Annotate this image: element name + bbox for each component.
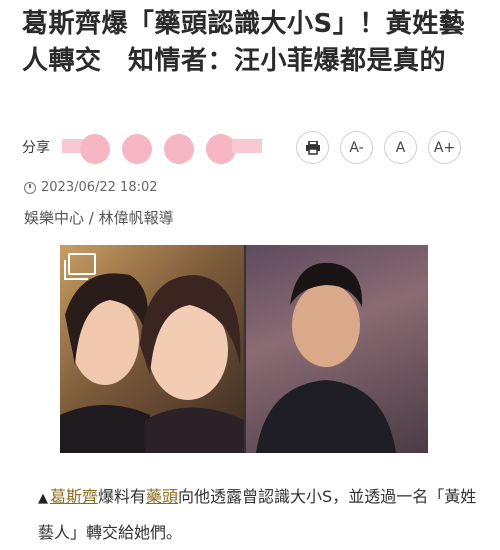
caption-link-drug-dealer[interactable]: 藥頭 [146, 487, 178, 506]
author-line: 娛樂中心 / 林偉帆報導 [24, 209, 174, 227]
share-button-3[interactable] [164, 134, 194, 164]
article-photo[interactable] [60, 245, 428, 453]
share-button-2[interactable] [122, 134, 152, 164]
font-decrease-button[interactable]: A- [340, 131, 373, 164]
photo-left-panel [60, 245, 244, 453]
caption-text-1: 爆料有 [98, 487, 147, 506]
publish-datetime: 2023/06/22 18:02 [41, 180, 158, 195]
print-icon [305, 140, 320, 155]
photo-right-panel [246, 245, 428, 453]
font-reset-button[interactable]: A [384, 131, 417, 164]
share-label: 分享 [22, 140, 50, 156]
photo-caption: ▲ 葛斯齊爆料有藥頭向他透露曾認識大小S，並透過一名「黃姓藝人」轉交給她們。 [38, 480, 478, 550]
gallery-icon [64, 253, 96, 280]
clock-icon [24, 181, 36, 194]
print-button[interactable] [296, 131, 329, 164]
article-headline: 葛斯齊爆「藥頭認識大小S」！黃姓藝人轉交 知情者：汪小菲爆都是真的 [22, 9, 466, 76]
caption-arrow: ▲ [38, 491, 48, 506]
caption-link-gesiqi[interactable]: 葛斯齊 [50, 487, 98, 506]
font-increase-button[interactable]: A+ [428, 131, 461, 164]
share-redacted-block [232, 139, 262, 153]
share-bar: 分享 A- A A+ [22, 131, 492, 164]
photo-right-illustration [256, 262, 396, 453]
publish-time: 2023/06/22 18:02 [24, 180, 158, 195]
share-button-1[interactable] [80, 134, 110, 164]
